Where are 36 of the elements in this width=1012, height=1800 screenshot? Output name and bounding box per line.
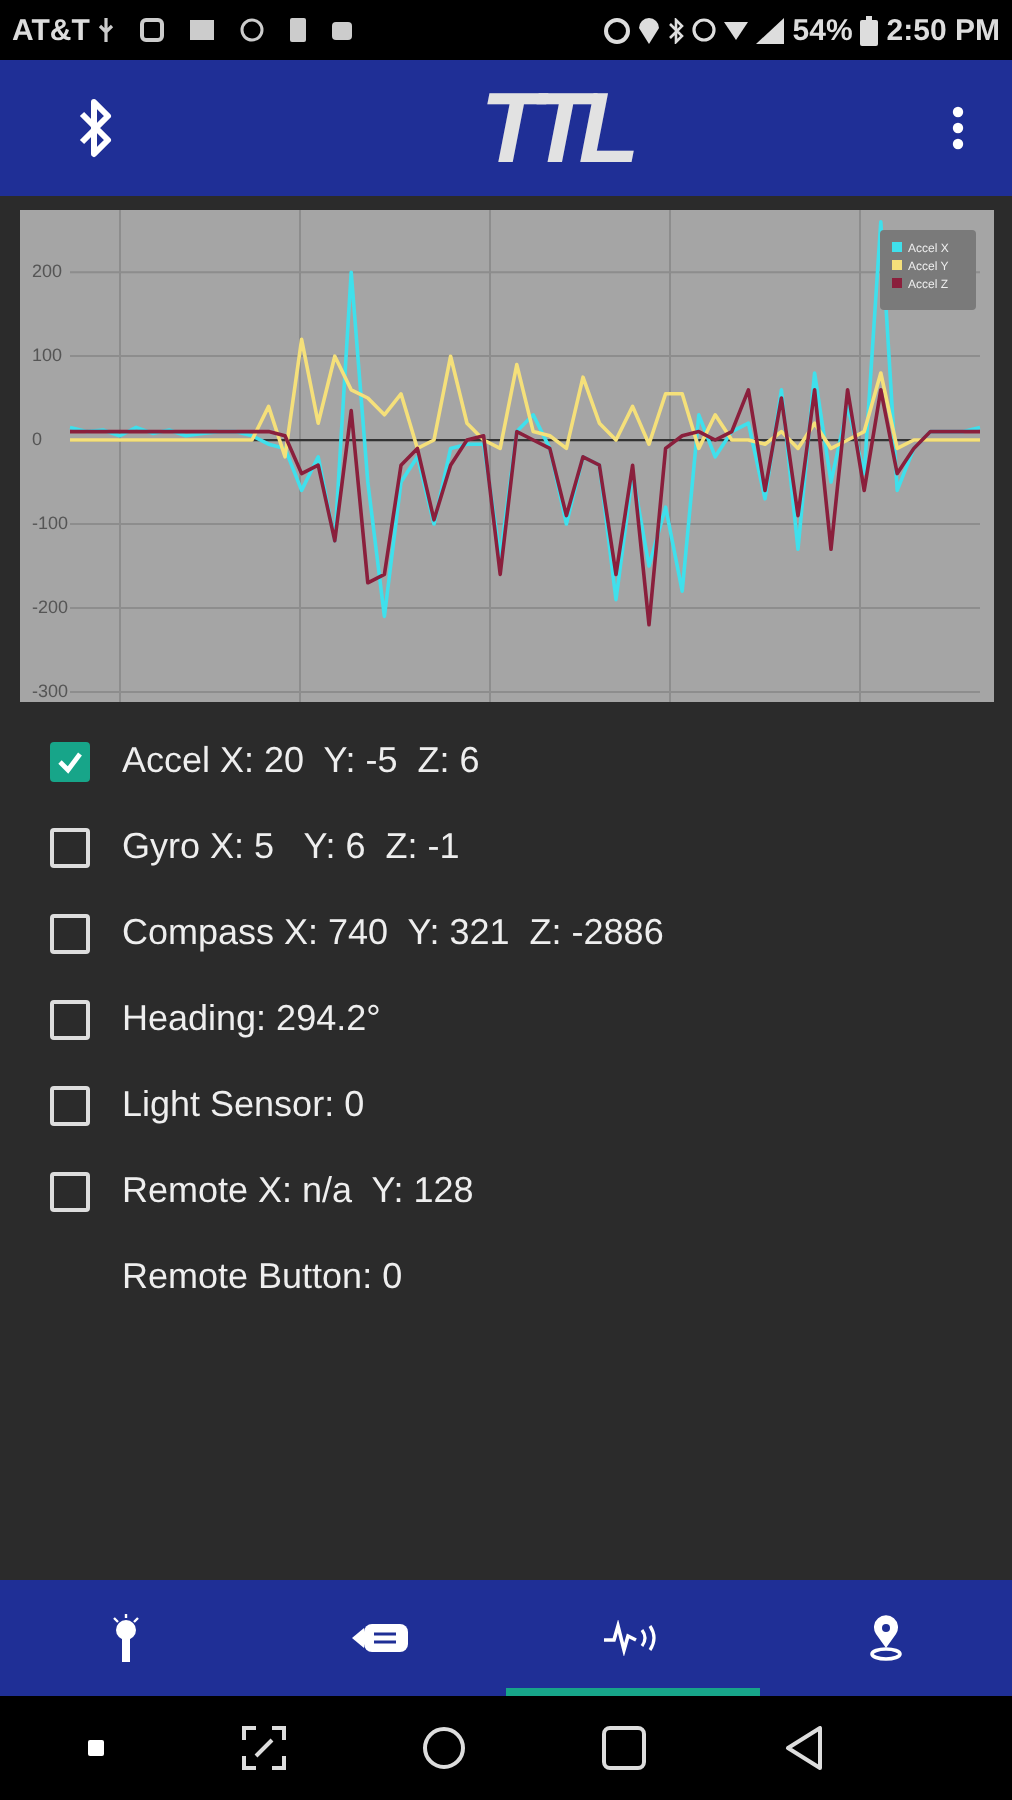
axis-tick-label: -100: [32, 512, 69, 533]
sensor-reading: Accel X: 20 Y: -5 Z: 6: [122, 740, 480, 782]
sensor-reading: Gyro X: 5 Y: 6 Z: -1: [122, 826, 460, 868]
bluetooth-icon[interactable]: [76, 96, 116, 160]
usb-icon: [97, 18, 114, 42]
location-pin-icon: [867, 1614, 904, 1662]
sensor-reading: Remote X: n/a Y: 128: [122, 1170, 474, 1212]
axis-tick-label: 200: [32, 260, 63, 281]
axis-tick-label: 100: [32, 344, 63, 365]
axis-tick-label: -300: [32, 680, 69, 701]
sensor-reading: Light Sensor: 0: [122, 1084, 365, 1126]
recent-apps-icon[interactable]: [602, 1726, 647, 1770]
home-icon[interactable]: [421, 1726, 466, 1770]
sensor-reading: Heading: 294.2°: [122, 998, 381, 1040]
pulse-signal-icon: [604, 1620, 661, 1656]
carrier-text: AT&T: [12, 13, 90, 47]
resize-icon[interactable]: [241, 1726, 286, 1770]
circle-icon: [239, 18, 264, 42]
sensor-reading: Compass X: 740 Y: 321 Z: -2886: [122, 912, 664, 954]
chart-legend: [880, 230, 976, 310]
battery-icon: [860, 15, 879, 45]
wifi-icon: [724, 21, 749, 39]
axis-tick-label: 0: [32, 428, 43, 449]
bluetooth-status-icon: [668, 17, 685, 43]
more-options-icon[interactable]: [951, 106, 964, 150]
clock-time: 2:50 PM: [886, 13, 1000, 47]
checkbox[interactable]: [50, 741, 90, 781]
battery-percent: 54%: [792, 13, 853, 47]
signal-icon: [756, 17, 785, 43]
app-logo: TTL: [480, 70, 628, 186]
location-icon: [638, 16, 661, 44]
sensor-reading: Remote Button: 0: [122, 1256, 403, 1298]
back-icon[interactable]: [783, 1726, 824, 1770]
device-icon: [351, 1622, 408, 1654]
light-bulb-icon: [112, 1614, 141, 1662]
axis-tick-label: -200: [32, 596, 69, 617]
